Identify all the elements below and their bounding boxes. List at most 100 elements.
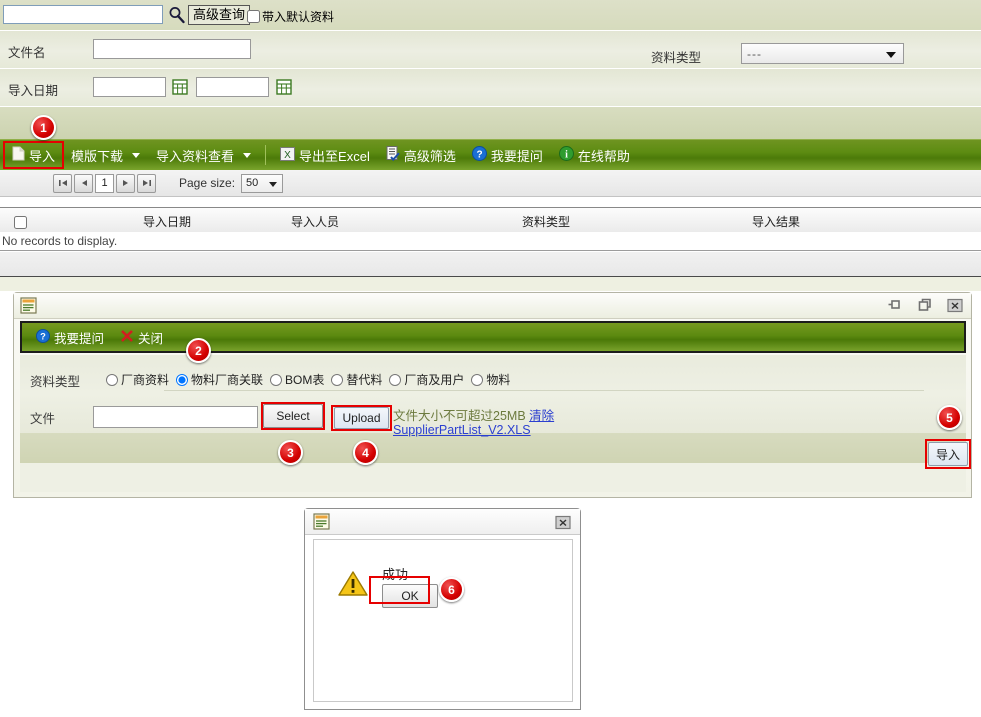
main-toolbar: 导入 模版下载 导入资料查看 X 导出至Excel 高级筛选 ? 我要提问 i … <box>0 139 981 171</box>
svg-text:?: ? <box>476 149 482 160</box>
grid-column-importer[interactable]: 导入人员 <box>291 213 339 230</box>
toolbar-item-export-excel[interactable]: X 导出至Excel <box>272 140 378 170</box>
toolbar-item-template-download[interactable]: 模版下载 <box>63 140 148 170</box>
grid-select-all-checkbox[interactable] <box>14 216 27 229</box>
search-input[interactable] <box>3 5 163 24</box>
toolbar-item-online-help-label: 在线帮助 <box>577 148 630 164</box>
toolbar-item-advanced-filter[interactable]: 高级筛选 <box>378 140 464 170</box>
pager-page-number[interactable]: 1 <box>95 173 114 193</box>
default-data-checkbox-label: 带入默认资料 <box>262 10 335 24</box>
file-path-input[interactable] <box>93 406 258 428</box>
filename-input[interactable] <box>93 39 251 59</box>
modal-toolbar-close[interactable]: 关闭 <box>112 323 171 351</box>
toolbar-item-ask-question[interactable]: ? 我要提问 <box>464 140 551 170</box>
clear-file-link[interactable]: 清除 <box>529 409 554 423</box>
uploaded-file-name[interactable]: SupplierPartList_V2.XLS <box>393 423 531 437</box>
radio-option-vendor-user[interactable]: 厂商及用户 <box>389 371 464 388</box>
pin-icon[interactable] <box>887 297 903 313</box>
radio-option-material[interactable]: 物料 <box>471 371 510 388</box>
success-dialog: 成功 OK <box>304 508 581 710</box>
radio-input-vendor-user[interactable] <box>389 373 402 386</box>
modal-doc-type-label: 资料类型 <box>30 375 81 389</box>
radio-option-vendor-data[interactable]: 厂商资料 <box>106 371 169 388</box>
toolbar-item-import-view[interactable]: 导入资料查看 <box>148 140 259 170</box>
import-date-from-input[interactable] <box>93 77 166 97</box>
grid-column-doc-type[interactable]: 资料类型 <box>522 213 570 230</box>
document-icon <box>313 513 330 530</box>
select-file-button[interactable]: Select <box>263 404 323 428</box>
advanced-query-button[interactable]: 高级查询 <box>188 5 251 25</box>
toolbar-item-import-label: 导入 <box>29 148 56 164</box>
page-size-select[interactable]: 50 <box>241 173 284 193</box>
question-icon: ? <box>36 328 50 346</box>
svg-text:i: i <box>565 149 568 160</box>
pager-first-button[interactable] <box>53 173 72 193</box>
pager-prev-button[interactable] <box>74 173 93 193</box>
toolbar-item-online-help[interactable]: i 在线帮助 <box>551 140 638 170</box>
default-data-checkbox[interactable]: 带入默认资料 <box>247 8 334 25</box>
upload-file-button[interactable]: Upload <box>334 407 389 429</box>
toolbar-item-ask-question-label: 我要提问 <box>490 148 543 164</box>
toolbar-divider <box>265 145 267 165</box>
filter-icon <box>386 146 400 164</box>
modal-toolbar-close-label: 关闭 <box>138 331 164 346</box>
calendar-icon-from[interactable] <box>172 79 188 95</box>
close-icon[interactable] <box>555 514 571 530</box>
radio-label-part-vendor-link: 物料厂商关联 <box>191 373 264 387</box>
success-dialog-content: 成功 OK <box>313 539 573 702</box>
question-icon: ? <box>471 146 487 164</box>
radio-input-material[interactable] <box>471 373 484 386</box>
doc-type-label: 资料类型 <box>651 51 702 65</box>
radio-input-part-vendor-link[interactable] <box>176 373 189 386</box>
grid-column-import-result[interactable]: 导入结果 <box>752 213 800 230</box>
page-gap-strip <box>0 277 981 291</box>
search-icon[interactable] <box>167 5 187 25</box>
toolbar-item-import-view-label: 导入资料查看 <box>156 148 235 164</box>
radio-input-substitute[interactable] <box>331 373 344 386</box>
modal-doc-type-radio-group: 厂商资料 物料厂商关联 BOM表 替代料 厂商及用户 物料 <box>106 371 510 388</box>
radio-label-vendor-user: 厂商及用户 <box>404 373 465 387</box>
filter-row-import-date: 导入日期 <box>0 69 981 107</box>
toolbar-item-import[interactable]: 导入 <box>4 140 63 170</box>
close-icon[interactable] <box>947 297 963 313</box>
radio-option-bom[interactable]: BOM表 <box>270 371 324 388</box>
callout-badge-5: 5 <box>937 405 962 430</box>
svg-text:?: ? <box>40 331 46 341</box>
grid-header: 导入日期 导入人员 资料类型 导入结果 <box>0 207 981 233</box>
chevron-down-icon <box>886 52 896 58</box>
modal-file-label: 文件 <box>30 412 56 426</box>
doc-type-select[interactable]: --- <box>741 43 904 64</box>
import-modal-toolbar: ? 我要提问 关闭 <box>20 321 966 353</box>
success-message: 成功 <box>382 567 409 582</box>
pager: 1 Page size: 50 <box>0 170 981 197</box>
modal-toolbar-ask-question[interactable]: ? 我要提问 <box>28 323 112 351</box>
pager-next-button[interactable] <box>116 173 135 193</box>
import-icon <box>12 146 25 164</box>
search-bar: 高级查询 带入默认资料 <box>0 0 981 31</box>
chevron-down-icon <box>243 152 252 158</box>
radio-input-bom[interactable] <box>270 373 283 386</box>
radio-label-substitute: 替代料 <box>346 373 383 387</box>
callout-badge-3: 3 <box>278 440 303 465</box>
pager-last-button[interactable] <box>137 173 156 193</box>
document-icon <box>20 297 37 314</box>
callout-badge-4: 4 <box>353 440 378 465</box>
success-ok-button[interactable]: OK <box>382 584 438 608</box>
modal-import-button[interactable]: 导入 <box>928 442 968 466</box>
svg-text:X: X <box>284 150 291 161</box>
radio-option-substitute[interactable]: 替代料 <box>331 371 382 388</box>
warning-icon <box>338 570 368 597</box>
radio-input-vendor-data[interactable] <box>106 373 118 386</box>
grid-empty-message: No records to display. <box>0 232 981 251</box>
import-modal-bottom-area <box>20 463 966 492</box>
filename-label: 文件名 <box>8 46 46 60</box>
import-date-to-input[interactable] <box>196 77 269 97</box>
doc-type-select-value: --- <box>747 47 762 61</box>
grid-footer <box>0 252 981 277</box>
grid-column-import-date[interactable]: 导入日期 <box>143 213 191 230</box>
restore-icon[interactable] <box>917 297 933 313</box>
default-data-checkbox-input[interactable] <box>247 10 260 23</box>
radio-option-part-vendor-link[interactable]: 物料厂商关联 <box>176 371 263 388</box>
calendar-icon-to[interactable] <box>276 79 292 95</box>
application-page: 高级查询 带入默认资料 文件名 资料类型 --- 导入日期 导入 模版下载 导入… <box>0 0 981 717</box>
